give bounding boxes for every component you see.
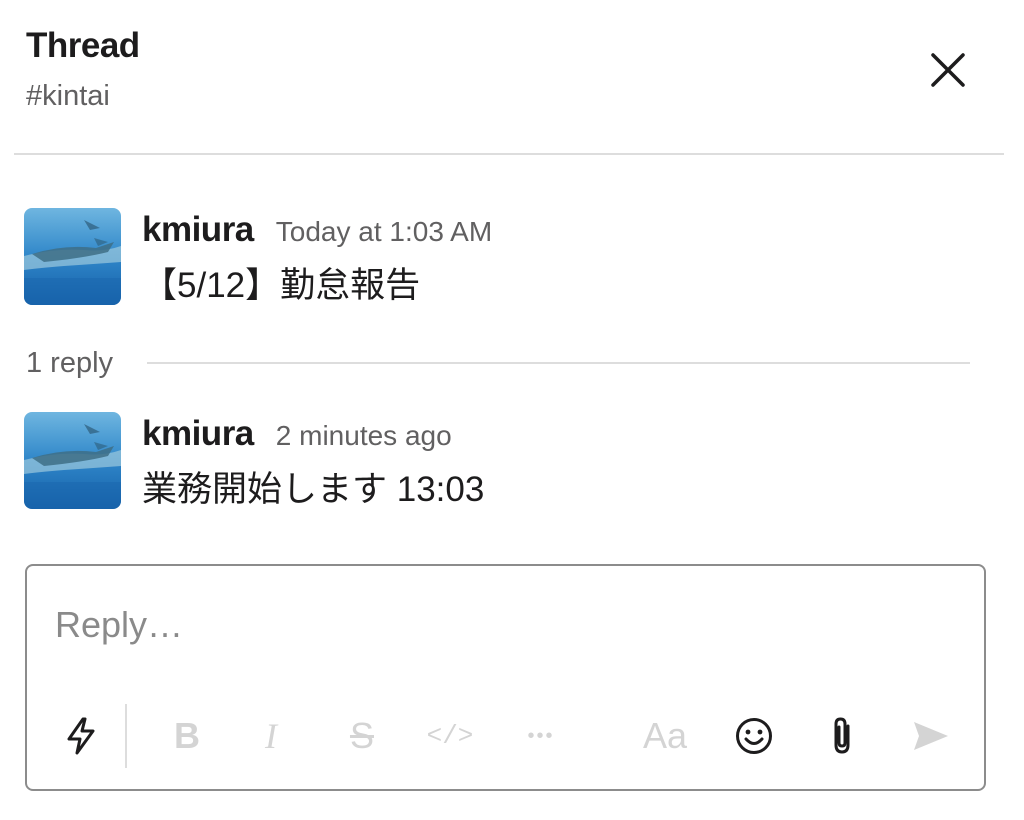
send-icon [914, 722, 948, 750]
reply-input[interactable]: Reply… [55, 602, 935, 652]
thread-title: Thread [26, 26, 140, 65]
lightning-icon [67, 717, 95, 755]
thread-header: Thread #kintai [26, 24, 140, 116]
code-icon: </> [426, 721, 474, 751]
avatar[interactable] [24, 208, 121, 305]
channel-link[interactable]: #kintai [26, 76, 140, 116]
toolbar-divider [125, 704, 127, 768]
close-icon [931, 53, 965, 87]
message-timestamp[interactable]: 2 minutes ago [276, 414, 452, 458]
thread-panel: Thread #kintai kmiura Today at 1:03 AM 【… [0, 0, 1024, 820]
emoji-button[interactable] [724, 701, 784, 771]
header-divider [14, 153, 1004, 155]
author-name[interactable]: kmiura [142, 412, 254, 456]
reply-composer[interactable]: Reply… B I S </> ••• Aa [25, 564, 986, 791]
reply-count: 1 reply [26, 347, 114, 379]
message-text: 【5/12】勤怠報告 [142, 266, 421, 305]
strikethrough-button[interactable]: S [332, 701, 392, 771]
code-button[interactable]: </> [420, 701, 480, 771]
format-icon: Aa [642, 715, 688, 756]
more-formatting-button[interactable]: ••• [511, 701, 571, 771]
close-button[interactable] [924, 46, 972, 94]
message-text: 業務開始します 13:03 [142, 470, 485, 509]
attach-button[interactable] [812, 701, 872, 771]
message-header: kmiura 2 minutes ago [142, 412, 452, 460]
formatting-toggle-button[interactable]: Aa [635, 701, 695, 771]
reply-count-divider: 1 reply [26, 343, 970, 383]
avatar-image [24, 412, 121, 509]
italic-icon: I [265, 716, 277, 756]
author-name[interactable]: kmiura [142, 208, 254, 252]
reply-divider-line [147, 362, 970, 364]
message-header: kmiura Today at 1:03 AM [142, 208, 492, 256]
avatar-image [24, 208, 121, 305]
strikethrough-icon: S [349, 715, 374, 756]
more-icon: ••• [527, 724, 555, 747]
shortcuts-button[interactable] [51, 701, 111, 771]
paperclip-icon [834, 717, 850, 754]
avatar[interactable] [24, 412, 121, 509]
message-timestamp[interactable]: Today at 1:03 AM [276, 210, 492, 254]
send-button[interactable] [901, 701, 961, 771]
reply-message: kmiura 2 minutes ago 業務開始します 13:03 [24, 412, 984, 512]
emoji-icon [736, 718, 772, 754]
composer-toolbar: B I S </> ••• Aa [27, 701, 984, 771]
parent-message: kmiura Today at 1:03 AM 【5/12】勤怠報告 [24, 208, 984, 308]
bold-button[interactable]: B [157, 701, 217, 771]
bold-icon: B [174, 715, 200, 756]
italic-button[interactable]: I [241, 701, 301, 771]
